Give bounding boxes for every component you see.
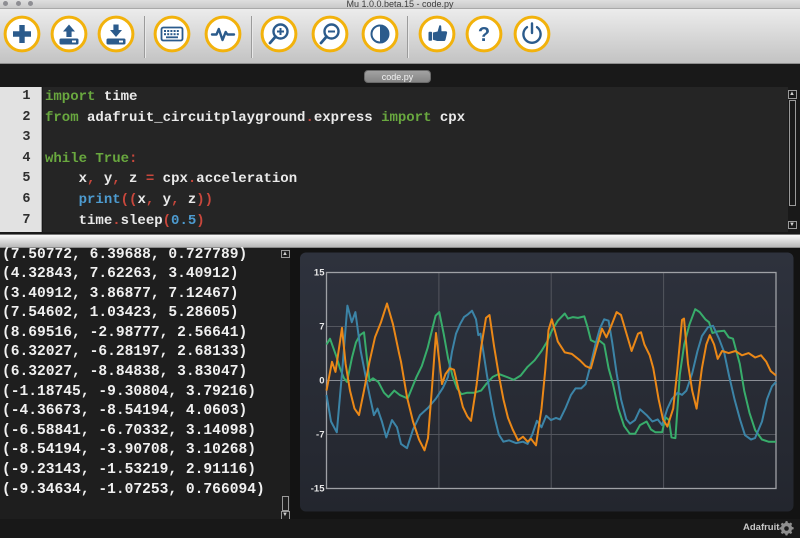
svg-text:-7: -7 (316, 429, 324, 440)
svg-text:7: 7 (319, 321, 324, 332)
svg-text:-15: -15 (311, 483, 325, 494)
svg-text:0: 0 (319, 375, 324, 386)
svg-text:?: ? (478, 24, 490, 46)
svg-text:15: 15 (314, 267, 325, 278)
